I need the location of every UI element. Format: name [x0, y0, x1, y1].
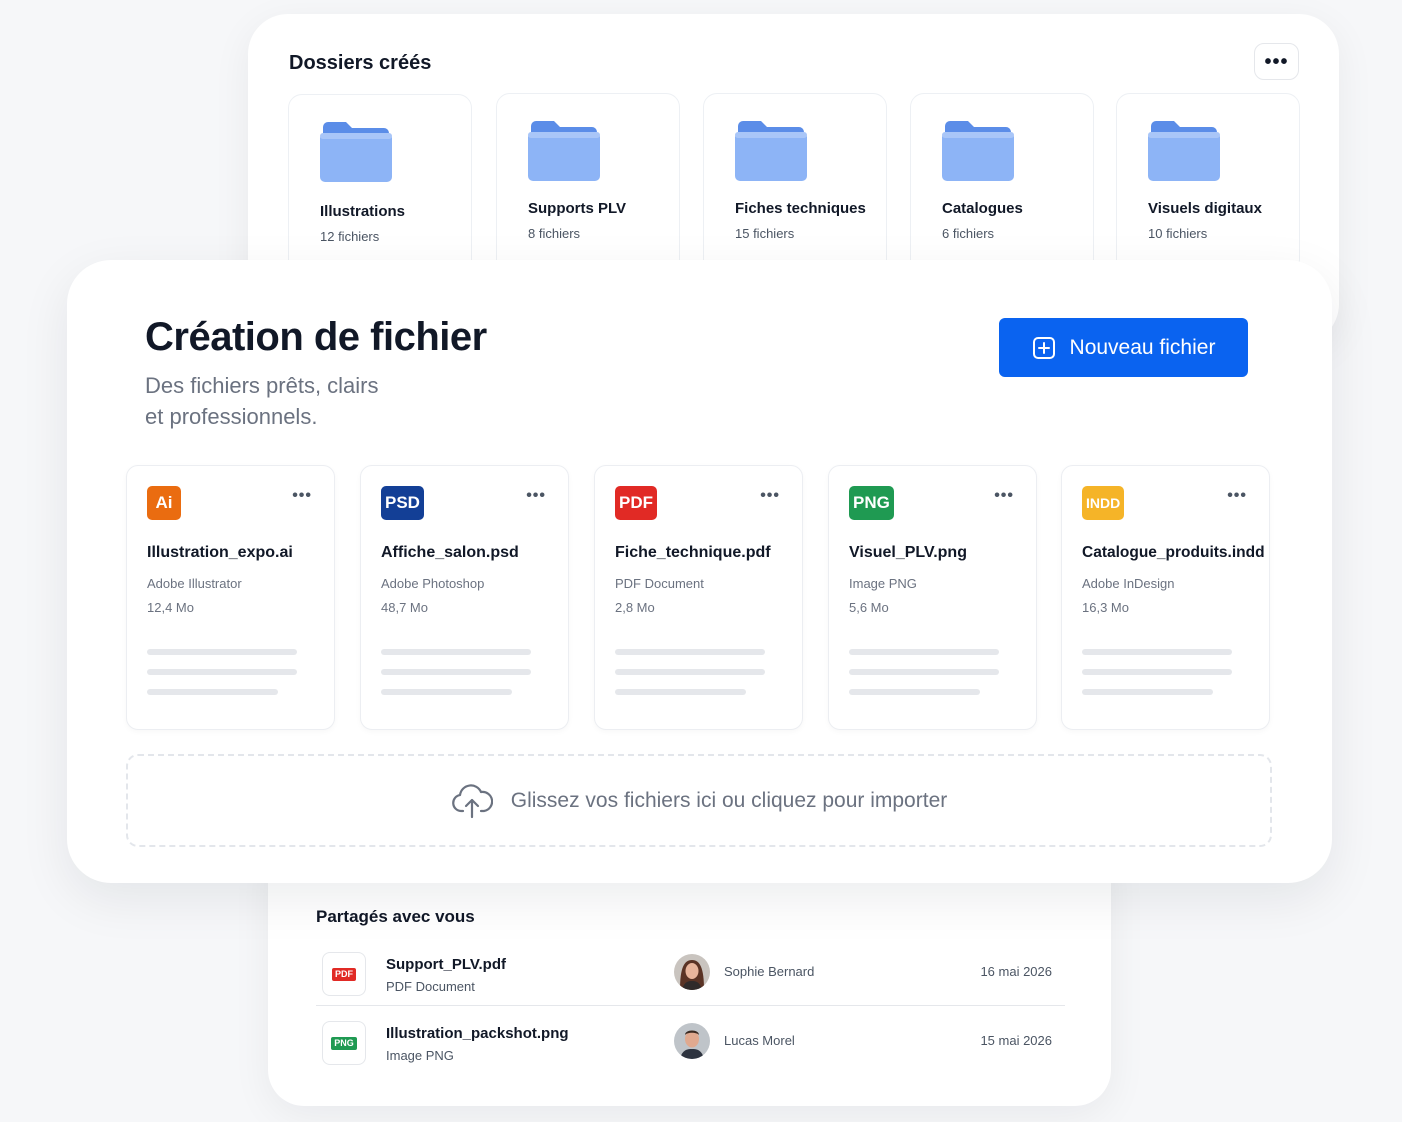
folder-count: 15 fichiers	[735, 226, 795, 241]
shared-date: 15 mai 2026	[980, 1033, 1052, 1048]
folder-name: Visuels digitaux	[1148, 200, 1262, 217]
folder-count: 10 fichiers	[1148, 226, 1208, 241]
file-app: Adobe Illustrator	[147, 576, 242, 591]
shared-file-name[interactable]: Illustration_packshot.png	[386, 1025, 569, 1042]
folder-count: 8 fichiers	[528, 226, 581, 241]
file-card[interactable]: INDD ••• Catalogue_produits.indd Adobe I…	[1061, 465, 1270, 730]
png-file-icon: PNG	[849, 486, 894, 520]
new-file-button-label: Nouveau fichier	[1069, 335, 1216, 359]
folder-name: Fiches techniques	[735, 200, 866, 217]
file-creation-card: Création de fichier Des fichiers prêts, …	[67, 260, 1332, 883]
file-app: PDF Document	[615, 576, 704, 591]
folder-icon	[320, 122, 392, 182]
skeleton-line	[147, 649, 297, 655]
more-options-icon[interactable]: •••	[760, 488, 780, 504]
shared-title: Partagés avec vous	[316, 907, 475, 926]
shared-date: 16 mai 2026	[980, 964, 1052, 979]
more-options-icon[interactable]: •••	[1227, 488, 1247, 504]
folder-count: 12 fichiers	[320, 229, 380, 244]
folder-icon	[942, 121, 1014, 181]
file-card[interactable]: PDF ••• Fiche_technique.pdf PDF Document…	[594, 465, 803, 730]
file-name: Fiche_technique.pdf	[615, 544, 771, 561]
skeleton-line	[615, 669, 765, 675]
shared-row[interactable]: PDF Support_PLV.pdf PDF Document Sophie …	[316, 938, 1065, 1006]
file-name: Visuel_PLV.png	[849, 544, 967, 561]
folder-icon	[735, 121, 807, 181]
more-options-icon[interactable]: •••	[292, 488, 312, 504]
folders-more-button[interactable]: •••	[1254, 43, 1299, 80]
folder-icon	[1148, 121, 1220, 181]
dropzone-text: Glissez vos fichiers ici ou cliquez pour…	[510, 788, 948, 812]
folder-name: Catalogues	[942, 200, 1023, 217]
subtitle-line: Des fichiers prêts, clairs	[145, 373, 379, 398]
file-card[interactable]: PNG ••• Visuel_PLV.png Image PNG 5,6 Mo	[828, 465, 1037, 730]
shared-file-name[interactable]: Support_PLV.pdf	[386, 956, 506, 973]
ai-file-icon: Ai	[147, 486, 181, 520]
shared-user-name: Lucas Morel	[724, 1033, 795, 1048]
pdf-file-icon: PDF	[322, 952, 366, 996]
skeleton-line	[849, 689, 980, 695]
file-app: Adobe Photoshop	[381, 576, 485, 591]
new-file-button[interactable]: Nouveau fichier	[999, 318, 1248, 377]
subtitle-line: et professionnels.	[145, 404, 318, 429]
skeleton-line	[147, 669, 297, 675]
pdf-file-icon: PDF	[615, 486, 657, 520]
folder-card-visuels-digitaux[interactable]: Visuels digitaux 10 fichiers	[1116, 93, 1300, 273]
skeleton-line	[615, 689, 746, 695]
skeleton-line	[381, 649, 531, 655]
png-file-icon: PNG	[322, 1021, 366, 1065]
file-size: 12,4 Mo	[147, 600, 194, 615]
file-badge: PNG	[331, 1036, 357, 1050]
skeleton-line	[1082, 669, 1232, 675]
skeleton-line	[1082, 649, 1232, 655]
shared-file-type: Image PNG	[386, 1048, 454, 1063]
folder-icon	[528, 121, 600, 181]
folder-name: Illustrations	[320, 203, 406, 220]
skeleton-line	[147, 689, 278, 695]
file-app: Adobe InDesign	[1082, 576, 1175, 591]
folder-count: 6 fichiers	[942, 226, 995, 241]
plus-square-icon	[1032, 336, 1055, 359]
file-name: Illustration_expo.ai	[147, 544, 293, 561]
folder-card-fiches-techniques[interactable]: Fiches techniques 15 fichiers	[703, 93, 887, 273]
skeleton-line	[849, 669, 999, 675]
cloud-upload-icon	[451, 783, 493, 818]
shared-row[interactable]: PNG Illustration_packshot.png Image PNG …	[316, 1007, 1065, 1075]
avatar	[674, 954, 710, 990]
file-app: Image PNG	[849, 576, 917, 591]
skeleton-line	[849, 649, 999, 655]
more-options-icon[interactable]: •••	[526, 488, 546, 504]
avatar	[674, 1023, 710, 1059]
skeleton-line	[1082, 689, 1213, 695]
indd-file-icon: INDD	[1082, 486, 1125, 520]
file-size: 2,8 Mo	[615, 600, 655, 615]
folder-card-catalogues[interactable]: Catalogues 6 fichiers	[910, 93, 1094, 273]
file-size: 5,6 Mo	[849, 600, 889, 615]
folder-card-illustrations[interactable]: Illustrations 12 fichiers	[288, 94, 472, 276]
skeleton-line	[381, 689, 512, 695]
file-card[interactable]: Ai ••• Illustration_expo.ai Adobe Illust…	[126, 465, 335, 730]
more-options-icon[interactable]: •••	[994, 488, 1014, 504]
file-name: Catalogue_produits.indd	[1082, 544, 1265, 561]
file-card[interactable]: PSD ••• Affiche_salon.psd Adobe Photosho…	[360, 465, 569, 730]
folder-card-supports-plv[interactable]: Supports PLV 8 fichiers	[496, 93, 680, 273]
folder-name: Supports PLV	[528, 200, 627, 217]
page-subtitle: Des fichiers prêts, clairs et profession…	[145, 370, 445, 432]
file-dropzone[interactable]: Glissez vos fichiers ici ou cliquez pour…	[126, 754, 1272, 847]
shared-user-name: Sophie Bernard	[724, 964, 815, 979]
page-title: Création de fichier	[145, 315, 487, 359]
file-size: 48,7 Mo	[381, 600, 428, 615]
file-size: 16,3 Mo	[1082, 600, 1129, 615]
skeleton-line	[615, 649, 765, 655]
skeleton-line	[381, 669, 531, 675]
folders-title: Dossiers créés	[289, 52, 432, 74]
shared-file-type: PDF Document	[386, 979, 475, 994]
file-name: Affiche_salon.psd	[381, 544, 519, 561]
psd-file-icon: PSD	[381, 486, 424, 520]
file-badge: PDF	[332, 967, 356, 981]
